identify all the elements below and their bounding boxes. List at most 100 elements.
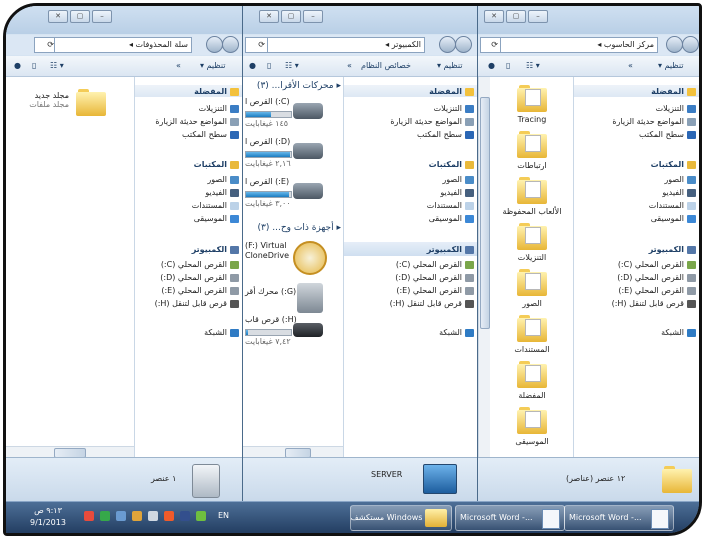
folder-icon[interactable]	[76, 89, 106, 116]
view-options-icon[interactable]: ☷ ▾	[50, 61, 64, 70]
nav-music[interactable]: الموسيقى	[194, 213, 239, 224]
nav-documents[interactable]: المستندات	[427, 200, 474, 211]
tray-app-icon[interactable]	[132, 511, 142, 521]
nav-music[interactable]: الموسيقى	[429, 213, 474, 224]
nav-downloads[interactable]: التنزيلات	[434, 103, 474, 114]
folder-icon[interactable]	[517, 131, 547, 158]
nav-pictures[interactable]: الصور	[207, 174, 239, 185]
folder-icon[interactable]	[517, 269, 547, 296]
nav-network[interactable]: الشبكة	[204, 327, 239, 338]
folder-label[interactable]: ارتباطات	[502, 161, 562, 170]
folder-label[interactable]: التنزيلات	[502, 253, 562, 262]
nav-drive-e[interactable]: القرص المحلي (E:)	[618, 285, 696, 296]
tray-app-icon[interactable]	[180, 511, 190, 521]
view-options-icon[interactable]: ☷ ▾	[285, 61, 299, 70]
folder-icon[interactable]	[517, 315, 547, 342]
close-button[interactable]: ✕	[259, 10, 279, 23]
folder-icon[interactable]	[517, 85, 547, 112]
nav-music[interactable]: الموسيقى	[651, 213, 696, 224]
back-button[interactable]	[222, 36, 239, 53]
nav-libraries[interactable]: المكتبات	[651, 159, 696, 170]
folder-label[interactable]: الألعاب المحفوظة	[502, 207, 562, 216]
maximize-button[interactable]: ▢	[281, 10, 301, 23]
nav-documents[interactable]: المستندات	[192, 200, 239, 211]
nav-libraries[interactable]: المكتبات	[194, 159, 239, 170]
nav-pictures[interactable]: الصور	[664, 174, 696, 185]
removable-group-header[interactable]: ▸ أجهزة ذات وح... (٣)	[258, 223, 341, 233]
tray-app-icon[interactable]	[164, 511, 174, 521]
hard-drives-group-header[interactable]: ▸ محركات الأقرا... (٣)	[257, 81, 341, 91]
minimize-button[interactable]: –	[303, 10, 323, 23]
nav-downloads[interactable]: التنزيلات	[199, 103, 239, 114]
nav-desktop[interactable]: سطح المكتب	[182, 129, 239, 140]
help-icon[interactable]: ●	[488, 61, 495, 70]
nav-recent[interactable]: المواضع حديثة الزيارة	[390, 116, 474, 127]
nav-desktop[interactable]: سطح المكتب	[417, 129, 474, 140]
nav-documents[interactable]: المستندات	[649, 200, 696, 211]
more-chevron-icon[interactable]: «	[628, 61, 633, 70]
maximize-button[interactable]: ▢	[70, 10, 90, 23]
nav-videos[interactable]: الفيديو	[440, 187, 474, 198]
folder-icon[interactable]	[517, 361, 547, 388]
organize-button[interactable]: ▾ تنظيم	[200, 61, 226, 70]
forward-button[interactable]	[439, 36, 456, 53]
nav-network[interactable]: الشبكة	[439, 327, 474, 338]
nav-desktop[interactable]: سطح المكتب	[639, 129, 696, 140]
tray-app-icon[interactable]	[100, 511, 110, 521]
nav-favorites[interactable]: المفضلة	[194, 86, 239, 97]
nav-drive-c[interactable]: القرص المحلي (C:)	[618, 259, 696, 270]
nav-downloads[interactable]: التنزيلات	[656, 103, 696, 114]
minimize-button[interactable]: –	[92, 10, 112, 23]
nav-recent[interactable]: المواضع حديثة الزيارة	[155, 116, 239, 127]
nav-computer[interactable]: الكمبيوتر	[192, 244, 239, 255]
nav-drive-e[interactable]: القرص المحلي (E:)	[161, 285, 239, 296]
more-chevron-icon[interactable]: «	[176, 61, 181, 70]
help-icon[interactable]: ●	[14, 61, 21, 70]
nav-drive-d[interactable]: القرص المحلي (D:)	[160, 272, 239, 283]
preview-pane-icon[interactable]: ▯	[267, 61, 271, 70]
refresh-button[interactable]: ⟳	[480, 37, 502, 53]
nav-network[interactable]: الشبكة	[661, 327, 696, 338]
tray-app-icon[interactable]	[84, 511, 94, 521]
nav-pictures[interactable]: الصور	[442, 174, 474, 185]
drive-item[interactable]: (E:) القرص ا ٣,٠٠ غيغابايت	[243, 175, 343, 221]
organize-button[interactable]: ▾ تنظيم	[437, 61, 463, 70]
nav-favorites[interactable]: المفضلة	[651, 86, 696, 97]
close-button[interactable]: ✕	[48, 10, 68, 23]
address-path[interactable]: مركز الحاسوب ◂	[500, 37, 658, 53]
nav-libraries[interactable]: المكتبات	[429, 159, 474, 170]
folder-label[interactable]: المفضلة	[502, 391, 562, 400]
nav-drive-d[interactable]: القرص المحلي (D:)	[395, 272, 474, 283]
preview-pane-icon[interactable]: ▯	[506, 61, 510, 70]
forward-button[interactable]	[206, 36, 223, 53]
folder-label[interactable]: الصور	[502, 299, 562, 308]
taskbar-button-word-1[interactable]: Microsoft Word -...	[455, 505, 565, 531]
address-path[interactable]: الكمبيوتر ◂	[267, 37, 425, 53]
view-options-icon[interactable]: ☷ ▾	[526, 61, 540, 70]
system-properties-button[interactable]: خصائص النظام	[361, 61, 411, 70]
scroll-thumb[interactable]	[480, 97, 490, 329]
virtual-drive-item[interactable]: (F:) Virtual CloneDrive	[243, 237, 343, 283]
back-button[interactable]	[682, 36, 699, 53]
folder-label[interactable]: المستندات	[502, 345, 562, 354]
minimize-button[interactable]: –	[528, 10, 548, 23]
removable-drive-item[interactable]: (H:) قرص قاب ٧,٤٢ غيغابايت	[243, 313, 343, 359]
address-path[interactable]: سلة المحذوفات ◂	[54, 37, 192, 53]
nav-videos[interactable]: الفيديو	[205, 187, 239, 198]
nav-drive-d[interactable]: القرص المحلي (D:)	[617, 272, 696, 283]
folder-label[interactable]: Tracing	[502, 115, 562, 124]
nav-computer[interactable]: الكمبيوتر	[427, 244, 474, 255]
nav-favorites[interactable]: المفضلة	[429, 86, 474, 97]
safely-remove-icon[interactable]	[148, 511, 158, 521]
maximize-button[interactable]: ▢	[506, 10, 526, 23]
nav-drive-c[interactable]: القرص المحلي (C:)	[396, 259, 474, 270]
nav-drive-h[interactable]: قرص قابل لتنقل (H:)	[612, 298, 696, 309]
taskbar-button-explorer[interactable]: Windows مستكشف	[350, 505, 452, 531]
back-button[interactable]	[455, 36, 472, 53]
volume-icon[interactable]	[196, 511, 206, 521]
preview-pane-icon[interactable]: ▯	[32, 61, 36, 70]
taskbar-button-word-2[interactable]: Microsoft Word -...	[564, 505, 674, 531]
help-icon[interactable]: ●	[249, 61, 256, 70]
nav-drive-h[interactable]: قرص قابل لتنقل (H:)	[390, 298, 474, 309]
folder-icon[interactable]	[517, 177, 547, 204]
